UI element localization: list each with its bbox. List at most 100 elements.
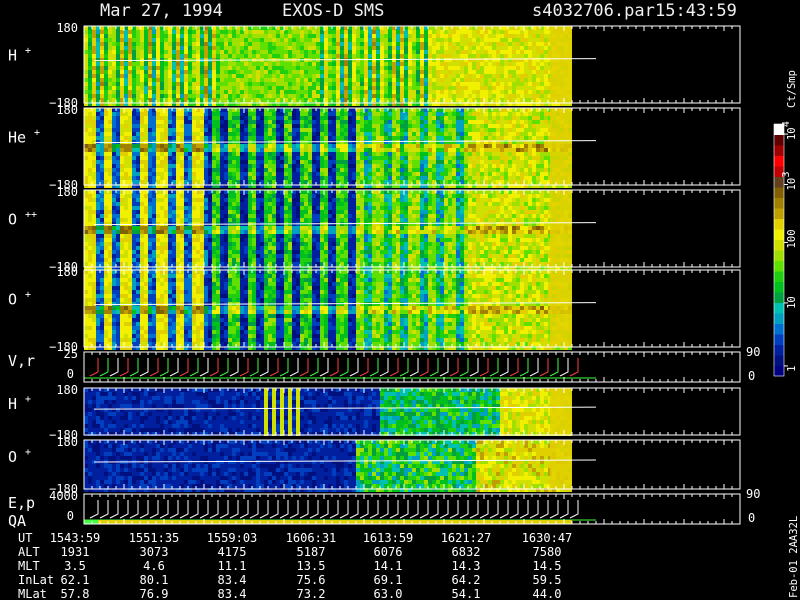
spectrogram-cell [288,34,292,38]
spectrogram-cell [176,116,180,120]
spectrogram-cell [412,34,416,38]
spectrogram-cell [512,172,516,176]
spectrogram-cell [436,54,440,58]
spectrogram-cell [404,112,408,116]
spectrogram-cell [280,116,284,120]
spectrogram-cell [112,164,116,168]
spectrogram-cell [160,112,164,116]
spectrogram-cell [440,62,444,66]
spectrogram-cell [348,168,352,172]
spectrogram-cell [320,152,324,156]
spectrogram-cell [168,152,172,156]
spectrogram-cell [424,42,428,46]
spectrogram-cell [388,120,392,124]
spectrogram-cell [436,98,440,102]
spectrogram-cell [512,108,516,112]
spectrogram-cell [484,112,488,116]
spectrogram-cell [92,50,96,54]
spectrogram-cell [456,172,460,176]
spectrogram-cell [212,42,216,46]
spectrogram-cell [504,42,508,46]
spectrogram-cell [540,160,544,164]
spectrogram-cell [544,136,548,140]
spectrogram-cell [272,112,276,116]
spectrogram-cell [168,112,172,116]
spectrogram-cell [452,164,456,168]
spectrogram-cell [244,74,248,78]
spectrogram-cell [396,82,400,86]
spectrogram-cell [100,86,104,90]
spectrogram-cell [380,116,384,120]
spectrogram-cell [524,176,528,180]
spectrogram-cell [320,62,324,66]
spectrogram-cell [164,176,168,180]
spectrogram-cell [464,66,468,70]
spectrogram-cell [180,30,184,34]
spectrogram-cell [120,98,124,102]
spectrogram-cell [220,62,224,66]
spectrogram-cell [256,54,260,58]
spectrogram-cell [240,66,244,70]
spectrogram-cell [276,172,280,176]
spectrogram-cell [100,74,104,78]
spectrogram-cell [124,30,128,34]
spectrogram-cell [260,152,264,156]
spectrogram-cell [504,62,508,66]
spectrogram-cell [328,180,332,184]
spectrogram-cell [320,156,324,160]
spectrogram-cell [468,124,472,128]
spectrogram-cell [120,136,124,140]
spectrogram-cell [272,78,276,82]
spectrogram-cell [272,124,276,128]
spectrogram-cell [188,160,192,164]
spectrogram-cell [372,86,376,90]
spectrogram-cell [108,38,112,42]
spectrogram-cell [192,86,196,90]
spectrogram-cell [400,124,404,128]
spectrogram-cell [276,144,280,148]
spectrogram-cell [496,38,500,42]
spectrogram-cell [208,50,212,54]
spectrogram-cell [404,98,408,102]
spectrogram-cell [136,164,140,168]
spectrogram-cell [324,136,328,140]
spectrogram-cell [136,156,140,160]
spectrogram-cell [164,116,168,120]
spectrogram-cell [296,160,300,164]
spectrogram-cell [304,116,308,120]
spectrogram-cell [336,108,340,112]
spectrogram-cell [176,66,180,70]
spectrogram-cell [152,78,156,82]
spectrogram-cell [152,62,156,66]
spectrogram-cell [504,128,508,132]
spectrogram-cell [312,160,316,164]
spectrogram-cell [356,62,360,66]
spectrogram-cell [188,168,192,172]
spectrogram-cell [472,74,476,78]
spectrogram-cell [120,176,124,180]
spectrogram-cell [396,46,400,50]
spectrogram-cell [436,82,440,86]
spectrogram-cell [256,120,260,124]
spectrogram-cell [460,172,464,176]
spectrogram-cell [380,74,384,78]
spectrogram-cell [256,136,260,140]
spectrogram-cell [88,108,92,112]
spectrogram-cell [448,172,452,176]
spectrogram-cell [240,124,244,128]
spectrogram-cell [236,116,240,120]
spectrogram-cell [88,66,92,70]
spectrogram-cell [328,164,332,168]
spectrogram-cell [424,38,428,42]
spectrogram-cell [464,82,468,86]
spectrogram-cell [112,132,116,136]
spectrogram-cell [352,164,356,168]
spectrogram-cell [384,172,388,176]
spectrogram-cell [324,66,328,70]
spectrogram-cell [188,152,192,156]
spectrogram-cell [500,176,504,180]
spectrogram-cell [296,148,300,152]
spectrogram-cell [488,82,492,86]
spectrogram-cell [352,34,356,38]
spectrogram-cell [140,70,144,74]
